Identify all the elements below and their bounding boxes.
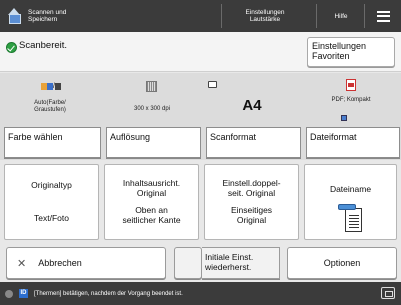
- home-label-line2: Speichern: [28, 16, 58, 23]
- settings-label-line2: Lautstärke: [249, 16, 281, 23]
- paper-orientation-icon: [208, 81, 217, 88]
- cancel-label: Abbrechen: [38, 258, 82, 268]
- duplex-original-button[interactable]: Einstell.doppel- seit. Original Einseiti…: [204, 164, 299, 240]
- scan-home-icon: [6, 8, 22, 24]
- reset-label-line1: Initiale Einst.: [205, 252, 254, 262]
- duplex-value-line1: Einseitiges: [230, 205, 273, 215]
- orientation-value-line2: seitlicher Kante: [122, 214, 181, 225]
- status-dot-icon: [5, 289, 13, 298]
- footer-bar: ID [Thermen] betätigen, nachdem der Vorg…: [0, 282, 401, 305]
- pdf-icon: [346, 79, 356, 91]
- orientation-button[interactable]: Inhaltsausricht. Original Oben an seitli…: [104, 164, 199, 240]
- resolution-button[interactable]: Auflösung: [106, 127, 201, 158]
- ready-check-icon: [6, 42, 17, 53]
- options-button[interactable]: Optionen: [287, 247, 397, 279]
- footer-message: [Thermen] betätigen, nachdem der Vorgang…: [34, 290, 183, 297]
- duplex-label-line1: Einstell.doppel-: [222, 178, 281, 188]
- close-icon: ✕: [17, 257, 27, 270]
- original-type-value: Text/Foto: [34, 213, 69, 223]
- id-key-icon: ID: [19, 289, 28, 298]
- top-bar: Scannen und Speichern Einstellungen Laut…: [0, 0, 401, 32]
- function-grid: Originaltyp Text/Foto Inhaltsausricht. O…: [0, 160, 401, 244]
- color-value-line1: Auto(Farbe/: [34, 100, 66, 106]
- duplex-label-line2: seit. Original: [227, 187, 276, 198]
- file-format-button[interactable]: Dateiformat: [306, 127, 400, 158]
- orientation-label-line1: Inhaltsausricht.: [122, 178, 181, 188]
- format-summary: A4: [204, 73, 300, 127]
- color-value-line2: Graustufen): [34, 107, 66, 113]
- reset-label-line2: wiederherst.: [205, 261, 252, 272]
- scan-size-button[interactable]: Scanformat: [206, 127, 301, 158]
- duplex-value-line2: Original: [236, 214, 267, 225]
- settings-label-line1: Einstellungen: [245, 9, 285, 16]
- divider: [316, 4, 317, 28]
- resolution-value: 300 x 300 dpi: [133, 106, 171, 112]
- settings-summary: / Auto(Farbe/ Graustufen) 300 x 300 dpi …: [0, 73, 401, 127]
- file-name-label: Dateiname: [329, 184, 372, 194]
- home-button[interactable]: Scannen und Speichern: [6, 0, 126, 32]
- file-format-summary: PDF; Kompakt: [304, 73, 398, 127]
- original-type-button[interactable]: Originaltyp Text/Foto: [4, 164, 99, 240]
- compact-icon: [341, 115, 347, 121]
- file-format-value: PDF; Kompakt: [331, 97, 371, 103]
- action-row: ✕ Abbrechen Initiale Einst. wiederherst.…: [0, 244, 401, 282]
- file-name-icon: [337, 203, 364, 234]
- orientation-value-line1: Oben an: [135, 205, 168, 215]
- reset-settings-button[interactable]: Initiale Einst. wiederherst.: [202, 247, 280, 279]
- select-color-button[interactable]: Farbe wählen: [4, 127, 101, 158]
- divider: [364, 4, 365, 28]
- file-name-button[interactable]: Dateiname: [304, 164, 397, 240]
- home-label-line1: Scannen und: [28, 9, 67, 16]
- color-summary: / Auto(Farbe/ Graustufen): [4, 73, 96, 127]
- color-mode-icon: /: [40, 83, 62, 91]
- setting-buttons-row: Farbe wählen Auflösung Scanformat Dateif…: [0, 127, 401, 160]
- reset-icon-button[interactable]: [174, 247, 202, 279]
- status-bar: Scanbereit. Einstellungen Favoriten: [0, 32, 401, 72]
- resolution-icon: [146, 81, 157, 92]
- cancel-button[interactable]: ✕ Abbrechen: [6, 247, 166, 279]
- favorite-settings-button[interactable]: Einstellungen Favoriten: [307, 37, 395, 67]
- help-button[interactable]: Hilfe: [318, 0, 364, 32]
- orientation-label-line2: Original: [136, 187, 167, 198]
- favorites-label-line2: Favoriten: [312, 51, 350, 61]
- format-value: A4: [242, 97, 262, 114]
- status-text: Scanbereit.: [19, 40, 68, 51]
- menu-button[interactable]: [366, 0, 401, 32]
- original-type-label: Originaltyp: [31, 179, 72, 190]
- settings-volume-button[interactable]: Einstellungen Lautstärke: [222, 0, 308, 32]
- resolution-summary: 300 x 300 dpi: [104, 73, 200, 127]
- hamburger-menu-icon: [377, 10, 390, 22]
- favorites-label-line1: Einstellungen: [312, 41, 367, 51]
- network-icon[interactable]: [381, 287, 395, 299]
